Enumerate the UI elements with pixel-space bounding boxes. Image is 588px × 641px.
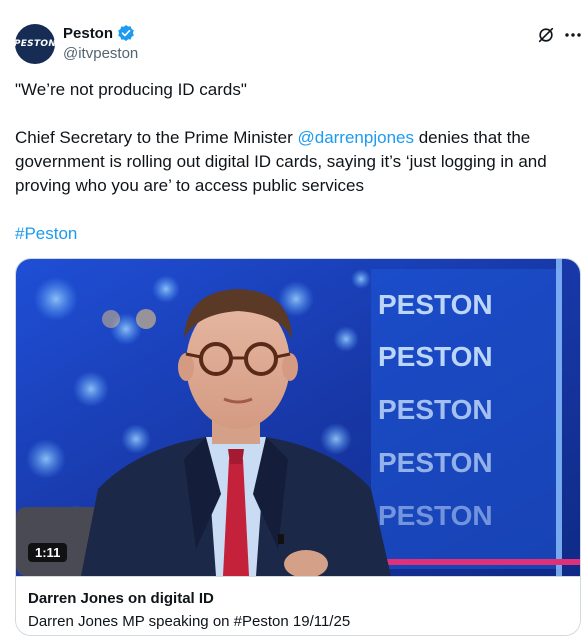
card-info[interactable]: Darren Jones on digital ID Darren Jones … bbox=[16, 576, 580, 635]
backdrop-logo-2: PESTON bbox=[378, 341, 493, 372]
x-logo-icon[interactable] bbox=[537, 26, 555, 44]
tweet-body: Chief Secretary to the Prime Minister @d… bbox=[15, 126, 575, 198]
backdrop-logo-3: PESTON bbox=[378, 394, 493, 425]
avatar-logo-text: PESTON bbox=[15, 39, 55, 49]
author-handle[interactable]: @itvpeston bbox=[63, 45, 138, 62]
author-display-name[interactable]: Peston bbox=[63, 25, 113, 42]
more-icon[interactable] bbox=[563, 25, 583, 45]
tweet-body-prefix: Chief Secretary to the Prime Minister bbox=[15, 128, 298, 147]
backdrop-logo-1: PESTON bbox=[378, 289, 493, 320]
avatar[interactable]: PESTON bbox=[15, 24, 55, 64]
backdrop-logo-5: PESTON bbox=[378, 500, 493, 531]
video-frame: PESTON PESTON PESTON PESTON PESTON bbox=[16, 259, 580, 576]
backdrop-logo-4: PESTON bbox=[378, 447, 493, 478]
card-description: Darren Jones MP speaking on #Peston 19/1… bbox=[28, 613, 351, 630]
video-duration: 1:11 bbox=[28, 543, 68, 562]
name-row: Peston bbox=[63, 24, 135, 42]
mention-link[interactable]: @darrenpjones bbox=[297, 128, 414, 147]
tweet-text: "We’re not producing ID cards" Chief Sec… bbox=[15, 78, 575, 246]
tweet-quote-line: "We’re not producing ID cards" bbox=[15, 80, 247, 99]
verified-badge-icon bbox=[118, 24, 134, 42]
hashtag-link[interactable]: #Peston bbox=[15, 224, 77, 243]
video-thumbnail[interactable]: PESTON PESTON PESTON PESTON PESTON 1:11 bbox=[16, 259, 580, 576]
tweet-header: PESTON Peston @itvpeston bbox=[15, 20, 581, 68]
video-card[interactable]: PESTON PESTON PESTON PESTON PESTON 1:11 … bbox=[15, 258, 581, 636]
card-title: Darren Jones on digital ID bbox=[28, 590, 214, 607]
